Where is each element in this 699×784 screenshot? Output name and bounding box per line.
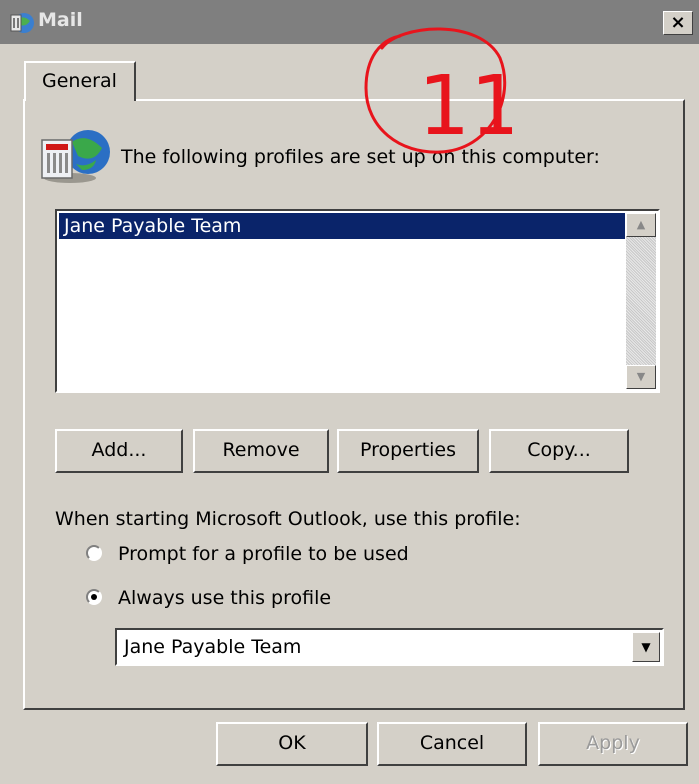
handwritten-annotation: 11	[364, 27, 512, 154]
profile-select[interactable]: Jane Payable Team ▼	[115, 628, 664, 666]
profiles-list[interactable]: Jane Payable Team ▲ ▼	[55, 209, 660, 393]
scroll-up-button[interactable]: ▲	[626, 213, 656, 237]
scroll-up-icon: ▲	[636, 218, 646, 231]
scroll-down-icon: ▼	[636, 370, 646, 383]
ok-button[interactable]: OK	[216, 722, 368, 766]
mail-app-icon	[10, 13, 34, 33]
properties-button[interactable]: Properties	[337, 429, 479, 473]
title-bar: Mail ×	[0, 0, 699, 44]
list-item[interactable]: Jane Payable Team	[59, 213, 625, 239]
vertical-scrollbar[interactable]: ▲ ▼	[626, 213, 656, 389]
profiles-server-globe-icon	[41, 130, 110, 183]
tab-panel	[23, 99, 685, 710]
remove-button[interactable]: Remove	[193, 429, 329, 473]
scroll-down-button[interactable]: ▼	[626, 365, 656, 389]
copy-button[interactable]: Copy...	[489, 429, 629, 473]
window-title: Mail	[38, 9, 83, 31]
cancel-button[interactable]: Cancel	[377, 722, 527, 766]
chevron-down-icon: ▼	[641, 640, 651, 654]
tab-general-label: General	[42, 70, 117, 92]
close-icon: ×	[670, 12, 686, 33]
prompt-profile-radio[interactable]	[86, 545, 102, 561]
always-use-profile-label[interactable]: Always use this profile	[118, 587, 331, 609]
add-button[interactable]: Add...	[55, 429, 183, 473]
always-use-profile-radio[interactable]	[86, 589, 102, 605]
tab-general[interactable]: General	[24, 61, 136, 101]
dropdown-button[interactable]: ▼	[632, 632, 660, 662]
close-button[interactable]: ×	[663, 11, 693, 35]
apply-button[interactable]: Apply	[538, 722, 688, 766]
prompt-profile-label[interactable]: Prompt for a profile to be used	[118, 543, 409, 565]
profile-select-value: Jane Payable Team	[124, 636, 302, 658]
annotation-text: 11	[418, 59, 512, 154]
startup-profile-label: When starting Microsoft Outlook, use thi…	[55, 508, 521, 530]
